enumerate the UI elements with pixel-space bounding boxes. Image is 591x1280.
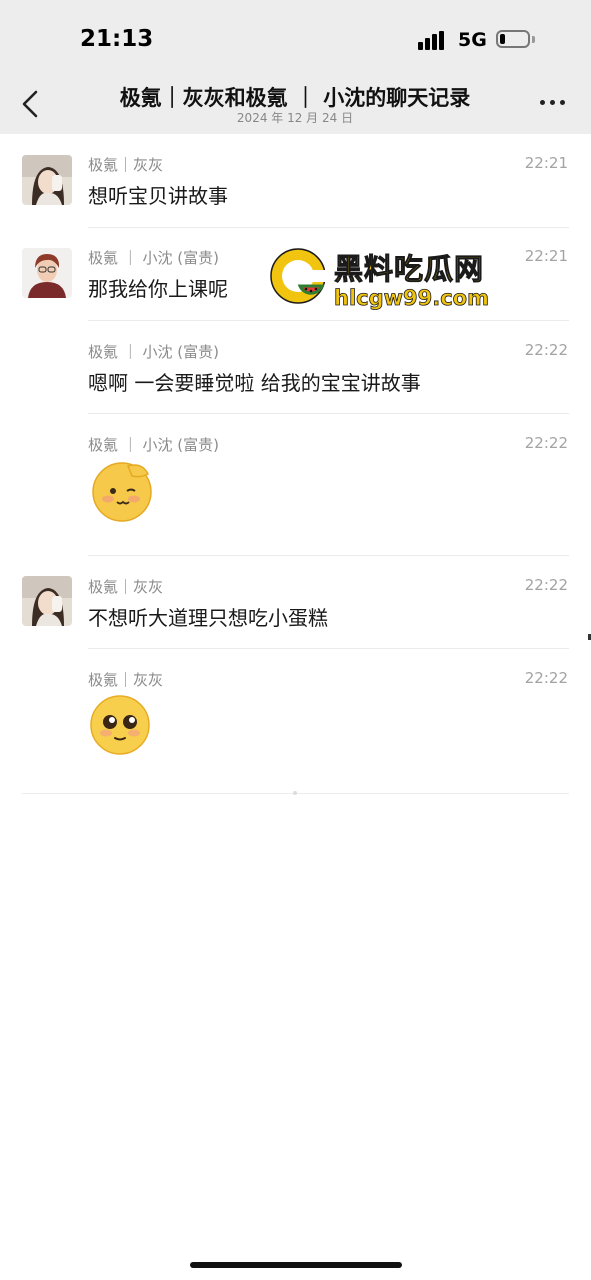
message-sender: 极氪｜灰灰: [88, 156, 164, 174]
status-time: 21:13: [80, 26, 154, 52]
message-text: 不想听大道理只想吃小蛋糕: [88, 606, 328, 630]
chevron-left-icon: [22, 90, 38, 118]
battery-cap: [532, 36, 535, 43]
page-title: 极氪｜灰灰和极氪 ｜ 小沈的聊天记录: [119, 86, 471, 110]
message-text: 嗯啊 一会要睡觉啦 给我的宝宝讲故事: [88, 371, 421, 395]
message-item[interactable]: 极氪｜灰灰 22:22 不想听大道理只想吃小蛋糕: [0, 572, 591, 652]
divider: [88, 320, 569, 321]
message-sender: 极氪 ｜ 小沈 (富贵): [88, 249, 220, 267]
message-time: 22:22: [524, 576, 568, 594]
message-text: 想听宝贝讲故事: [88, 184, 228, 208]
watermark-logo: [270, 248, 328, 304]
page-subtitle: 2024 年 12 月 24 日: [236, 111, 354, 125]
message-sender: 极氪｜灰灰: [88, 671, 164, 689]
message-time: 22:21: [524, 247, 568, 265]
signal-icon: [418, 31, 450, 50]
message-item[interactable]: 极氪｜灰灰 22:22: [0, 665, 591, 785]
divider: [88, 648, 569, 649]
avatar[interactable]: [22, 155, 72, 205]
avatar[interactable]: [22, 248, 72, 298]
divider: [88, 413, 569, 414]
top-bar: 21:13 5G 极氪｜灰灰和极氪 ｜ 小沈的聊天记录 2024 年 12 月 …: [0, 0, 591, 134]
end-dot: [293, 791, 297, 795]
message-item[interactable]: 极氪 ｜ 小沈 (富贵) 22:22 嗯啊 一会要睡觉啦 给我的宝宝讲故事: [0, 337, 591, 417]
message-time: 22:22: [524, 341, 568, 359]
message-sender: 极氪 ｜ 小沈 (富贵): [88, 436, 220, 454]
divider: [88, 227, 569, 228]
home-indicator[interactable]: [190, 1262, 402, 1268]
back-button[interactable]: [14, 84, 48, 124]
battery-icon: [496, 30, 530, 48]
watermark-url: hlcgw99.com: [334, 286, 490, 311]
divider: [88, 555, 569, 556]
message-item[interactable]: 极氪｜灰灰 22:21 想听宝贝讲故事: [0, 150, 591, 230]
watermark-title: 黑料吃瓜网: [333, 252, 485, 287]
message-time: 22:21: [524, 154, 568, 172]
message-time: 22:22: [524, 434, 568, 452]
message-time: 22:22: [524, 669, 568, 687]
message-sender: 极氪｜灰灰: [88, 578, 164, 596]
message-item[interactable]: 极氪 ｜ 小沈 (富贵) 22:22: [0, 430, 591, 550]
more-button[interactable]: [536, 92, 570, 112]
salute-emoji-icon[interactable]: [88, 456, 156, 524]
watermark: 黑料吃瓜网 hlcgw99.com: [268, 244, 508, 310]
message-sender: 极氪 ｜ 小沈 (富贵): [88, 343, 220, 361]
avatar[interactable]: [22, 576, 72, 626]
network-type: 5G: [458, 29, 487, 51]
pleading-emoji-icon[interactable]: [88, 693, 156, 761]
message-text: 那我给你上课呢: [88, 277, 228, 301]
